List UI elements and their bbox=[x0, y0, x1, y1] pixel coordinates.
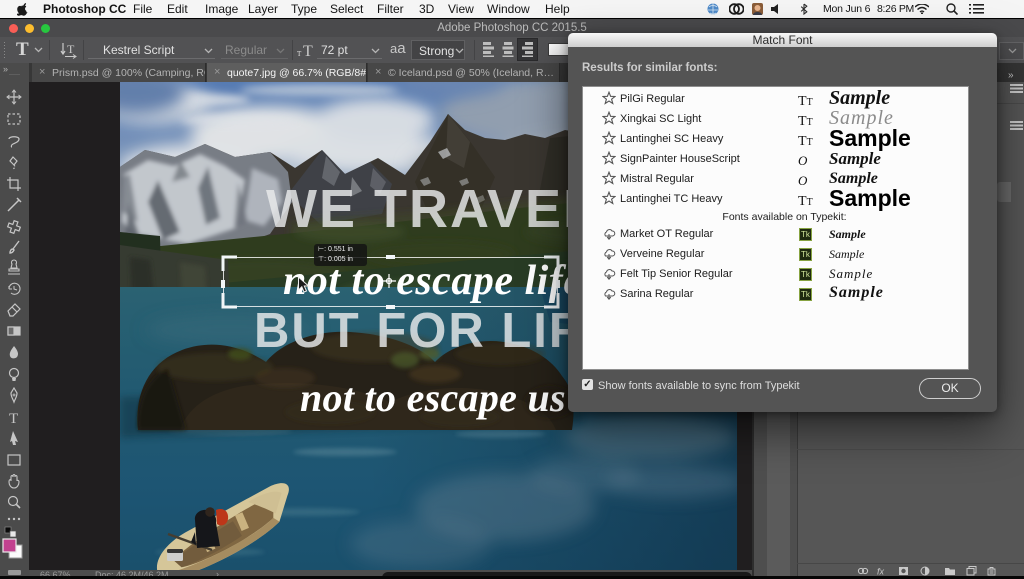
svg-text:T: T bbox=[67, 42, 75, 56]
svg-text:т: т bbox=[297, 48, 302, 59]
svg-text:T: T bbox=[9, 411, 18, 427]
svg-text:»: » bbox=[3, 64, 8, 74]
svg-text:fx: fx bbox=[877, 567, 885, 577]
svg-text:T: T bbox=[303, 43, 313, 59]
